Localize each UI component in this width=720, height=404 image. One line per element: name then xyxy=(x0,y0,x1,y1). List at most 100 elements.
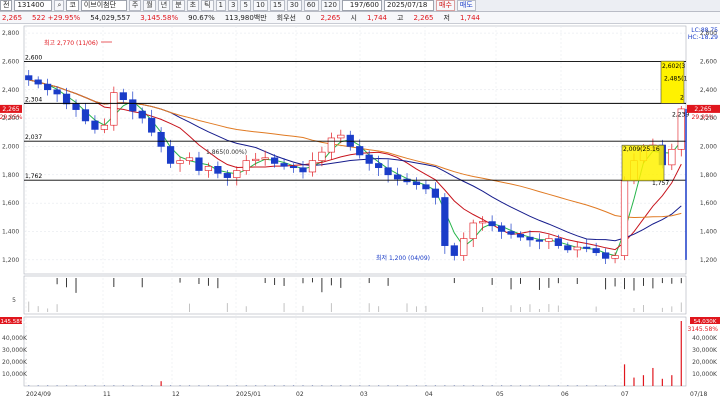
period-button-month[interactable]: 월 xyxy=(143,0,156,11)
candle-body xyxy=(602,252,610,259)
candle-body xyxy=(450,245,458,256)
candle-body xyxy=(668,148,676,166)
candle-body xyxy=(327,137,335,153)
trade-amount: 113,980백만 xyxy=(224,13,267,22)
y-tick-right: 1,600 xyxy=(700,200,717,207)
candle xyxy=(110,86,118,131)
right-price-label: 2,265 xyxy=(694,106,711,113)
y-tick-left: 2,000 xyxy=(2,143,19,150)
candle-body xyxy=(34,79,42,85)
candle-body xyxy=(479,221,487,224)
y-tick-right: 2,400 xyxy=(700,87,717,94)
minute-button-5[interactable]: 5 xyxy=(240,0,251,11)
candle-body xyxy=(422,184,430,190)
candle-body xyxy=(469,222,477,239)
volume-right-pct: 3145.58% xyxy=(687,326,718,333)
minute-button-15[interactable]: 15 xyxy=(269,0,285,11)
box1-mid-label: 2,485(1 xyxy=(664,76,688,83)
x-tick-label: 02 xyxy=(296,391,304,398)
candle-body xyxy=(148,117,156,133)
ratio-value: 90.67% xyxy=(188,13,215,22)
period-button-week[interactable]: 주 xyxy=(128,0,142,11)
volume-value: 54,029,557 xyxy=(90,13,131,22)
candle-body xyxy=(535,239,544,242)
candle-body xyxy=(573,246,581,251)
candle-body xyxy=(25,75,33,81)
candle-body xyxy=(497,225,506,232)
candle-body xyxy=(526,236,534,241)
quote-infobar: 2,265 522 +29.95% 54,029,557 3,145.58% 9… xyxy=(0,12,720,24)
candle xyxy=(620,176,629,261)
low-price: 1,744 xyxy=(459,13,480,22)
box1-bottom-label: 2,239 xyxy=(672,112,689,119)
code-input[interactable]: 131400 xyxy=(14,0,53,11)
volume-right-label: 54,030K xyxy=(694,319,717,325)
stock-chart[interactable]: 2,600 2,304 2,037 1,762 최고 2,770 (11/06) 최저 … xyxy=(0,24,720,404)
volume-tick-right: 20,000K xyxy=(692,359,718,366)
candle-body xyxy=(318,151,326,161)
minute-button-10[interactable]: 10 xyxy=(252,0,268,11)
minute-button-30[interactable]: 30 xyxy=(286,0,302,11)
level-label: 1,762 xyxy=(25,173,42,180)
y-tick-left: 1,800 xyxy=(2,172,19,179)
candle-body xyxy=(516,234,525,238)
y-tick-left: 1,600 xyxy=(2,200,19,207)
candle-body xyxy=(91,120,99,130)
x-tick-label: 04 xyxy=(425,391,433,398)
count-input[interactable]: 197/600 xyxy=(342,0,383,11)
candle-body xyxy=(554,238,562,246)
sell-button[interactable]: 매도 xyxy=(456,0,476,11)
period-button-year[interactable]: 년 xyxy=(157,0,171,11)
x-tick-label: 05 xyxy=(496,391,504,398)
candle-body xyxy=(72,103,80,110)
period-button-minute[interactable]: 분 xyxy=(172,0,185,11)
candle-body xyxy=(375,163,383,169)
candle-body xyxy=(261,157,269,160)
price-change: 522 +29.95% xyxy=(32,13,81,22)
candle-body xyxy=(337,134,345,139)
candle-body xyxy=(110,92,118,126)
date-input[interactable]: 2025/07/18 xyxy=(384,0,435,11)
high-price: 2,265 xyxy=(413,13,434,22)
current-price: 2,265 xyxy=(2,13,23,22)
minute-button-3[interactable]: 3 xyxy=(228,0,239,11)
y-tick-left: 2,200 xyxy=(2,115,19,122)
box2-bottom-label: 1,757 xyxy=(652,180,669,187)
candle-body xyxy=(488,221,496,227)
minute-button-60[interactable]: 60 xyxy=(303,0,319,11)
preferred-label: 회우선 xyxy=(276,13,296,22)
candle-body xyxy=(564,245,572,251)
candle-body xyxy=(289,165,298,169)
stock-type: 코 xyxy=(66,0,79,11)
volume-left-label: 3145.58% xyxy=(0,319,25,325)
minute-button-1[interactable]: 1 xyxy=(215,0,227,11)
candle-body xyxy=(195,157,203,171)
y-tick-right: 2,200 xyxy=(700,115,717,122)
x-tick-label: 03 xyxy=(360,391,368,398)
candle-body xyxy=(233,170,241,178)
candle-body xyxy=(138,110,146,119)
candle-body xyxy=(280,163,288,167)
candle-body xyxy=(129,99,137,112)
search-button[interactable]: ⌕ xyxy=(54,0,65,11)
candle-body xyxy=(441,197,449,246)
candle-body xyxy=(100,124,108,130)
buy-button[interactable]: 매수 xyxy=(436,0,455,11)
y-tick-right: 2,800 xyxy=(700,30,717,37)
candle-body xyxy=(545,238,553,242)
period-select[interactable]: 전 xyxy=(0,0,13,11)
y-tick-left: 1,400 xyxy=(2,228,19,235)
mid-annotation: 1,865(0.00%) xyxy=(206,149,247,156)
open-price-value: 2,265 xyxy=(320,13,341,22)
period-button-tick[interactable]: 틱 xyxy=(201,0,214,11)
candle-body xyxy=(214,165,222,174)
candle-body xyxy=(204,165,213,171)
candle-body xyxy=(81,109,90,122)
period-button-second[interactable]: 초 xyxy=(186,0,200,11)
candle-body xyxy=(271,157,279,164)
candle-body xyxy=(44,83,52,91)
box1-top-label: 2,602(3 xyxy=(662,63,686,70)
minute-button-120[interactable]: 120 xyxy=(320,0,341,11)
candle-body xyxy=(365,154,373,164)
candle-body xyxy=(299,167,307,173)
